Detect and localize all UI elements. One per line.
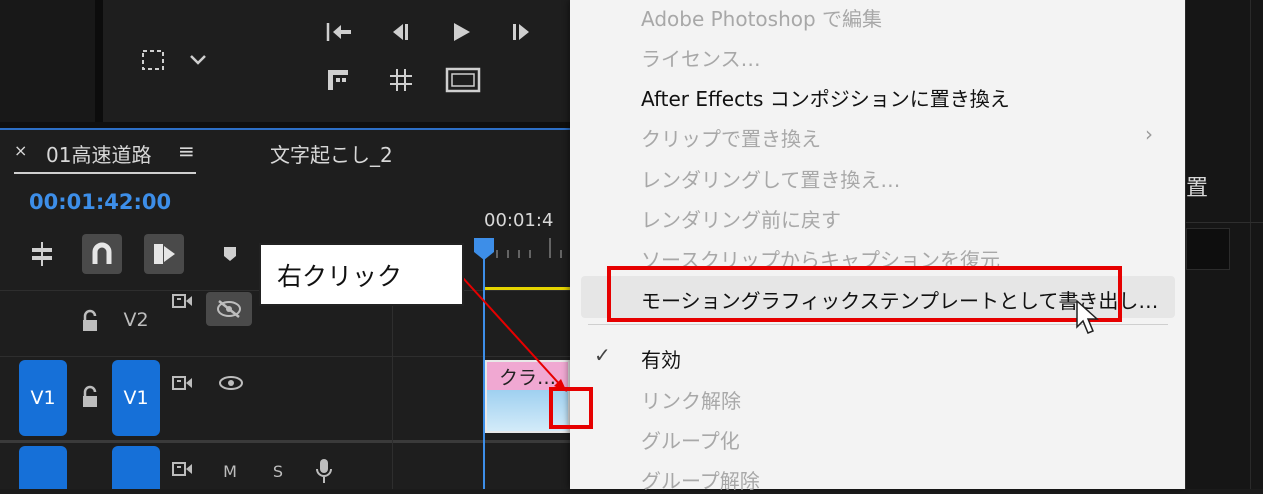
tab-menu-icon[interactable]: ≡	[178, 139, 195, 163]
eye-hidden-icon[interactable]	[206, 292, 252, 326]
active-tab-underline	[14, 172, 196, 174]
export-frame-icon[interactable]	[441, 62, 485, 98]
insert-icon[interactable]	[381, 62, 421, 98]
microphone-icon[interactable]	[310, 456, 338, 486]
menu-item-ungroup[interactable]: グループ解除	[641, 465, 760, 494]
program-monitor-controls	[103, 0, 570, 122]
monitor-left-panel	[0, 0, 95, 122]
menu-item-enable[interactable]: 有効	[641, 344, 681, 373]
menu-item-restore-unrendered[interactable]: レンダリング前に戻す	[641, 204, 841, 233]
chevron-down-icon[interactable]	[183, 42, 213, 78]
callout-text: 右クリック	[277, 261, 403, 291]
ruler-timecode: 00:01:4	[484, 210, 554, 231]
sync-lock-icon[interactable]	[168, 290, 196, 312]
step-forward-icon[interactable]	[501, 14, 541, 50]
time-ruler[interactable]	[470, 238, 570, 262]
sync-lock-icon[interactable]	[168, 458, 196, 480]
right-panel-field[interactable]	[1186, 228, 1230, 270]
menu-item-edit-in-photoshop[interactable]: Adobe Photoshop で編集	[641, 3, 882, 32]
linked-selection-icon[interactable]	[144, 234, 184, 274]
right-panel-rule	[1186, 222, 1263, 223]
snap-magnet-icon[interactable]	[82, 234, 122, 274]
menu-item-replace-with-clip[interactable]: クリップで置き換え	[641, 123, 821, 152]
track-label-v2[interactable]: V2	[118, 306, 154, 334]
checkmark-icon: ✓	[594, 343, 611, 367]
insert-nest-icon[interactable]	[22, 234, 62, 274]
add-marker-icon[interactable]	[210, 234, 250, 274]
tab-close-icon[interactable]: ×	[14, 141, 27, 160]
panel-focus-border	[0, 128, 570, 130]
go-to-in-icon[interactable]	[318, 14, 358, 50]
mute-button[interactable]: M	[218, 459, 242, 483]
track-target-a1[interactable]	[112, 446, 160, 489]
annotation-callout: 右クリック	[259, 243, 464, 306]
source-patch-v1[interactable]: V1	[19, 360, 67, 436]
eye-icon[interactable]	[214, 372, 248, 394]
track-target-v1[interactable]: V1	[112, 360, 160, 436]
safe-margins-icon[interactable]	[133, 42, 173, 78]
lift-icon[interactable]	[318, 62, 358, 98]
track-header-border	[392, 290, 393, 489]
mouse-cursor-icon	[1076, 299, 1099, 334]
step-back-icon[interactable]	[381, 14, 421, 50]
menu-item-group[interactable]: グループ化	[641, 425, 740, 454]
playhead-timecode[interactable]: 00:01:42:00	[29, 190, 171, 214]
play-icon[interactable]	[441, 14, 481, 50]
menu-item-unlink[interactable]: リンク解除	[641, 385, 741, 414]
panel-divider[interactable]	[95, 0, 103, 122]
solo-button[interactable]: S	[266, 459, 290, 483]
right-panel-label: 置	[1186, 176, 1209, 201]
sync-lock-icon[interactable]	[168, 372, 196, 394]
menu-item-render-and-replace[interactable]: レンダリングして置き換え…	[641, 164, 900, 193]
menu-item-license[interactable]: ライセンス…	[641, 43, 761, 72]
menu-item-replace-with-ae-comp[interactable]: After Effects コンポジションに置き換え	[641, 83, 1010, 112]
lock-icon[interactable]	[76, 306, 104, 336]
source-patch-a1[interactable]	[19, 446, 67, 489]
annotation-arrow	[462, 277, 567, 392]
lock-icon[interactable]	[76, 382, 104, 412]
tab-transcript[interactable]: 文字起こし_2	[270, 139, 393, 168]
right-panel-divider	[1250, 0, 1251, 489]
submenu-arrow-icon: ›	[1145, 122, 1153, 146]
tab-sequence-01[interactable]: 01高速道路	[46, 139, 151, 168]
annotation-highlight-menu	[607, 266, 1122, 322]
